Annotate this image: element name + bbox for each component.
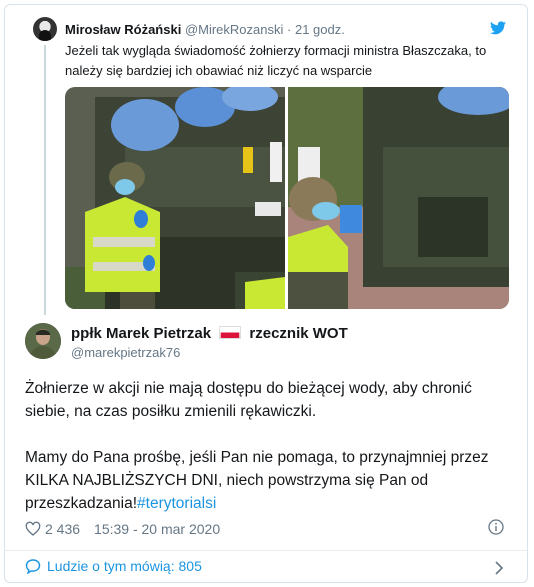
author-avatar-image	[25, 323, 61, 359]
tweet-paragraph-2: Mamy do Pana prośbę, jeśli Pan nie pomag…	[25, 446, 505, 515]
like-count[interactable]: 2 436	[45, 521, 80, 537]
heart-icon[interactable]	[25, 521, 41, 537]
tweet-text: Żołnierze w akcji nie mają dostępu do bi…	[25, 377, 505, 538]
photo-grid	[65, 87, 509, 309]
tweet-timestamp[interactable]: 15:39 - 20 mar 2020	[94, 521, 220, 537]
author-handle[interactable]: @marekpietrzak76	[71, 345, 180, 360]
speech-bubble-icon	[25, 559, 41, 574]
tweet-paragraph-2-text: Mamy do Pana prośbę, jeśli Pan nie pomag…	[25, 449, 489, 512]
parent-tweet-header: Mirosław Różański @MirekRozanski · 21 go…	[65, 22, 345, 37]
tweet-meta: 2 436 15:39 - 20 mar 2020	[25, 519, 220, 539]
footer-divider	[5, 550, 527, 551]
parent-tweet-time[interactable]: 21 godz.	[295, 22, 345, 37]
parent-tweet-text: Jeżeli tak wygląda świadomość żołnierzy …	[65, 43, 487, 78]
author-name[interactable]: ppłk Marek Pietrzak	[71, 325, 211, 342]
parent-separator: ·	[287, 22, 292, 37]
photo-soldier-at-truck[interactable]	[65, 87, 285, 309]
author-name-line[interactable]: ppłk Marek Pietrzak rzecznik WOT	[71, 325, 348, 342]
people-talking-link[interactable]: Ludzie o tym mówią: 805	[25, 558, 202, 574]
tweet-embed-card: Mirosław Różański @MirekRozanski · 21 go…	[4, 4, 528, 583]
info-icon[interactable]	[488, 519, 504, 535]
chevron-right-icon[interactable]	[494, 561, 504, 575]
parent-author-name[interactable]: Mirosław Różański	[65, 22, 181, 37]
thread-line	[44, 45, 46, 315]
poland-flag-icon	[219, 326, 242, 339]
photo-soldier-closeup[interactable]	[288, 87, 509, 309]
twitter-bird-icon[interactable]	[490, 21, 506, 35]
tweet-paragraph-1: Żołnierze w akcji nie mają dostępu do bi…	[25, 380, 472, 420]
author-avatar[interactable]	[25, 323, 61, 359]
author-role: rzecznik WOT	[249, 325, 348, 342]
people-talking-label: Ludzie o tym mówią: 805	[47, 558, 202, 574]
hashtag-link[interactable]: #terytorialsi	[137, 495, 216, 512]
parent-tweet[interactable]: Mirosław Różański @MirekRozanski · 21 go…	[5, 5, 527, 315]
parent-author-handle[interactable]: @MirekRozanski	[185, 22, 283, 37]
parent-author-avatar[interactable]	[33, 17, 57, 41]
